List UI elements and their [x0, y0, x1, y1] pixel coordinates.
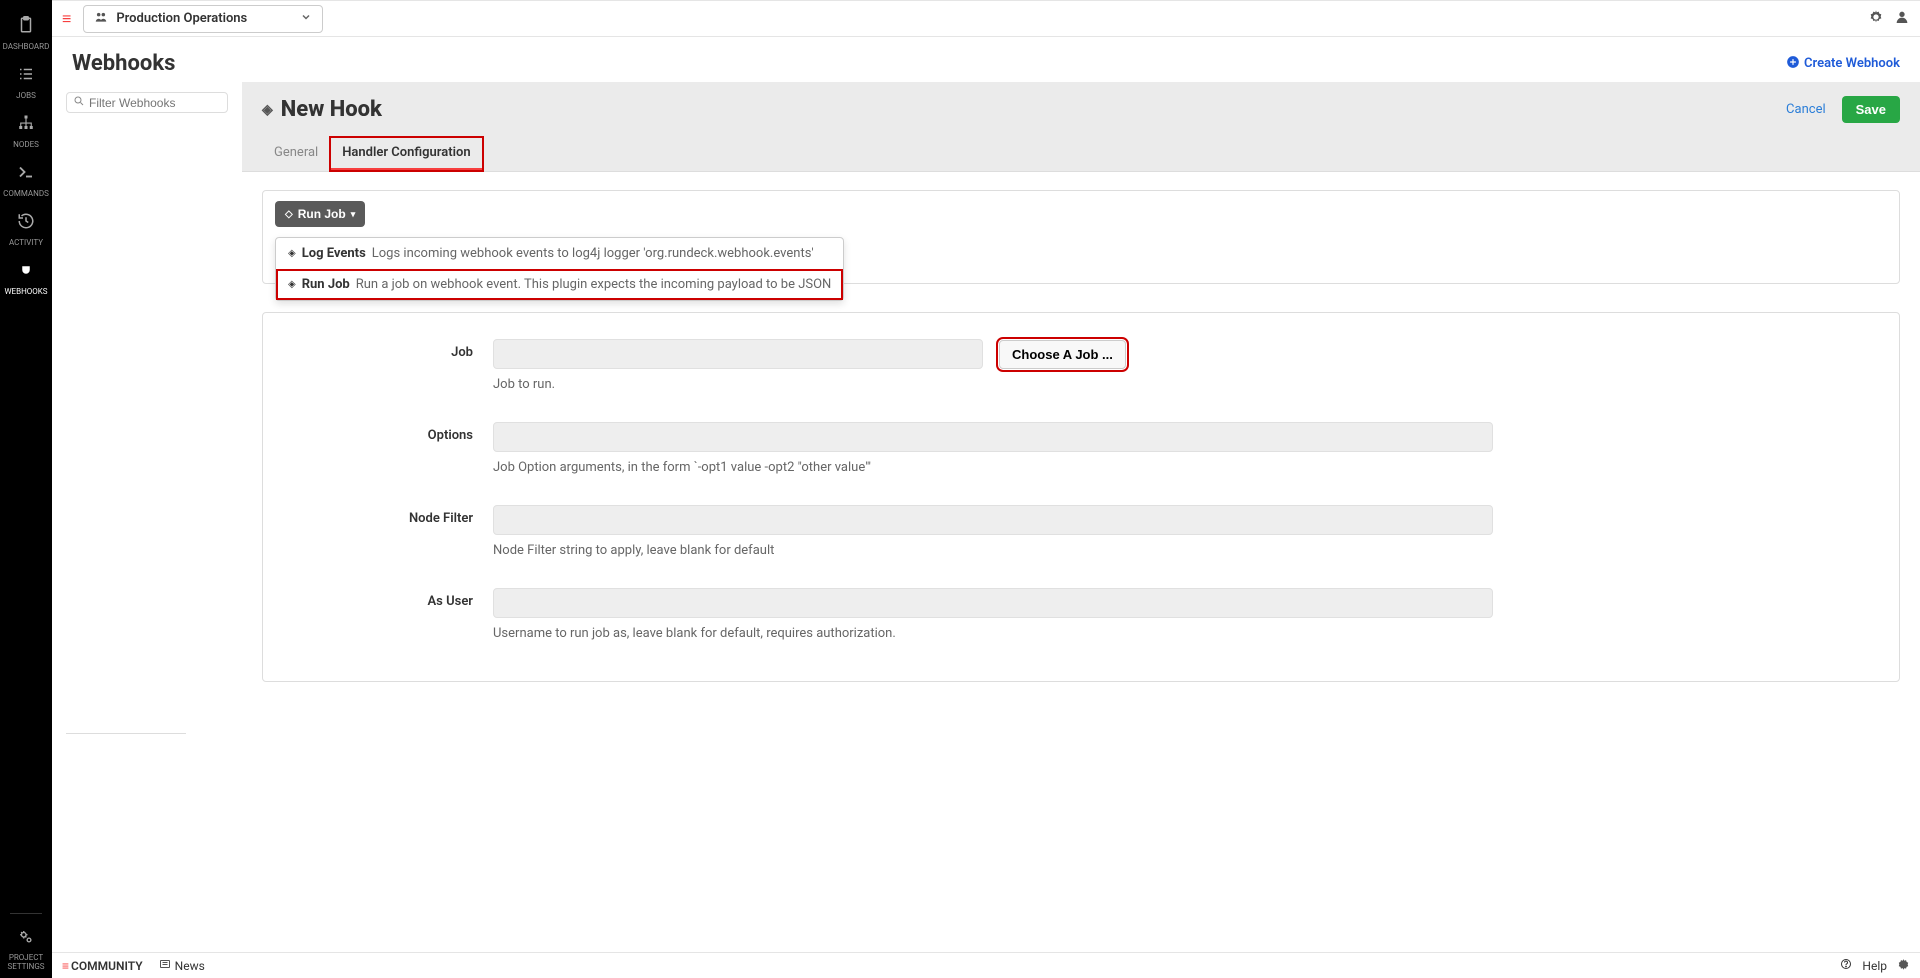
- plus-circle-icon: [1786, 55, 1800, 73]
- plug-icon: [17, 261, 35, 284]
- create-webhook-label: Create Webhook: [1804, 56, 1900, 71]
- webhook-list-pane: [52, 82, 242, 952]
- search-icon: [73, 95, 85, 110]
- logo-icon: ≡: [62, 959, 67, 973]
- dropdown-item-label: Run Job: [302, 277, 350, 292]
- handler-type-label: Run Job: [298, 207, 346, 221]
- fields-card: Job Choose A Job ... Job to run. Options: [262, 312, 1900, 682]
- footer-community-label: COMMUNITY: [71, 959, 143, 973]
- field-node-filter: Node Filter Node Filter string to apply,…: [293, 505, 1869, 558]
- project-name: Production Operations: [116, 11, 247, 26]
- field-help: Job Option arguments, in the form `-opt1…: [493, 460, 1493, 475]
- divider: [66, 733, 186, 734]
- group-icon: [94, 10, 108, 28]
- sitemap-icon: [17, 114, 35, 137]
- gear-icon[interactable]: [1897, 958, 1910, 974]
- footer-community[interactable]: COMMUNITY: [71, 959, 143, 973]
- tab-handler-configuration[interactable]: Handler Configuration: [330, 137, 482, 171]
- clipboard-icon: [17, 16, 35, 39]
- bullet-icon: ◈: [288, 248, 296, 259]
- sidebar-label: WEBHOOKS: [4, 287, 47, 296]
- project-selector[interactable]: Production Operations: [83, 5, 323, 33]
- create-webhook-link[interactable]: Create Webhook: [1786, 55, 1900, 73]
- help-icon: [1840, 958, 1852, 973]
- handler-type-button[interactable]: ◇ Run Job ▾: [275, 201, 365, 227]
- sidebar-label: COMMANDS: [3, 189, 49, 198]
- handler-picker-card: ◇ Run Job ▾ ◈ Log Events Logs incoming w…: [262, 190, 1900, 284]
- sidebar-label: ACTIVITY: [9, 238, 43, 247]
- field-label: Options: [293, 422, 473, 475]
- gears-icon: [17, 928, 35, 951]
- terminal-icon: [17, 163, 35, 186]
- detail-title-text: New Hook: [281, 97, 382, 122]
- dropdown-item-log-events[interactable]: ◈ Log Events Logs incoming webhook event…: [276, 238, 843, 269]
- sidebar-item-project-settings[interactable]: PROJECT SETTINGS: [0, 920, 52, 978]
- chevron-down-icon: [300, 11, 312, 27]
- bullet-icon: ◈: [262, 102, 273, 118]
- bullet-icon: ◇: [285, 209, 293, 220]
- field-help: Job to run.: [493, 377, 1493, 392]
- logo-icon: ≡: [62, 9, 69, 29]
- sidebar-item-commands[interactable]: COMMANDS: [0, 155, 52, 204]
- save-button[interactable]: Save: [1842, 96, 1900, 123]
- newspaper-icon: [159, 958, 171, 973]
- form-area: ◇ Run Job ▾ ◈ Log Events Logs incoming w…: [242, 172, 1920, 700]
- tab-general[interactable]: General: [262, 137, 330, 171]
- choose-job-button[interactable]: Choose A Job ...: [999, 340, 1126, 369]
- handler-dropdown: ◈ Log Events Logs incoming webhook event…: [275, 237, 844, 301]
- sidebar-label: DASHBOARD: [3, 42, 50, 51]
- field-help: Node Filter string to apply, leave blank…: [493, 543, 1493, 558]
- field-label: As User: [293, 588, 473, 641]
- list-icon: [17, 65, 35, 88]
- as-user-input[interactable]: [493, 588, 1493, 618]
- page-header: Webhooks Create Webhook: [52, 37, 1920, 82]
- bullet-icon: ◈: [288, 279, 296, 290]
- settings-gear-icon[interactable]: [1868, 9, 1884, 29]
- footer-news-label: News: [175, 959, 205, 973]
- filter-webhooks-input[interactable]: [89, 96, 244, 110]
- sidebar-item-dashboard[interactable]: DASHBOARD: [0, 8, 52, 57]
- dropdown-item-label: Log Events: [302, 246, 366, 261]
- filter-webhooks-wrap[interactable]: [66, 92, 228, 113]
- footer-help-label[interactable]: Help: [1862, 959, 1887, 973]
- dropdown-item-desc: Logs incoming webhook events to log4j lo…: [372, 246, 814, 261]
- cancel-link[interactable]: Cancel: [1786, 102, 1826, 117]
- user-icon[interactable]: [1894, 9, 1910, 29]
- page-title: Webhooks: [72, 51, 175, 76]
- job-input[interactable]: [493, 339, 983, 369]
- footer-news[interactable]: News: [159, 958, 205, 973]
- field-help: Username to run job as, leave blank for …: [493, 626, 1493, 641]
- topbar: ≡ Production Operations: [52, 0, 1920, 37]
- field-as-user: As User Username to run job as, leave bl…: [293, 588, 1869, 641]
- field-label: Node Filter: [293, 505, 473, 558]
- left-sidebar: DASHBOARD JOBS NODES COMMANDS ACTIVITY: [0, 0, 52, 978]
- caret-down-icon: ▾: [351, 209, 356, 220]
- field-label: Job: [293, 339, 473, 392]
- field-job: Job Choose A Job ... Job to run.: [293, 339, 1869, 392]
- footer: ≡ COMMUNITY News Help: [52, 952, 1920, 978]
- sidebar-item-activity[interactable]: ACTIVITY: [0, 204, 52, 253]
- sidebar-label: JOBS: [16, 91, 36, 100]
- detail-title: ◈ New Hook: [262, 97, 382, 122]
- detail-header: ◈ New Hook Cancel Save General Handler C…: [242, 82, 1920, 172]
- sidebar-item-jobs[interactable]: JOBS: [0, 57, 52, 106]
- dropdown-item-desc: Run a job on webhook event. This plugin …: [356, 277, 832, 292]
- sidebar-label: PROJECT SETTINGS: [7, 954, 44, 972]
- history-icon: [17, 212, 35, 235]
- field-options: Options Job Option arguments, in the for…: [293, 422, 1869, 475]
- dropdown-item-run-job[interactable]: ◈ Run Job Run a job on webhook event. Th…: [276, 269, 843, 300]
- sidebar-label: NODES: [13, 140, 39, 149]
- sidebar-item-nodes[interactable]: NODES: [0, 106, 52, 155]
- sidebar-item-webhooks[interactable]: WEBHOOKS: [0, 253, 52, 302]
- node-filter-input[interactable]: [493, 505, 1493, 535]
- options-input[interactable]: [493, 422, 1493, 452]
